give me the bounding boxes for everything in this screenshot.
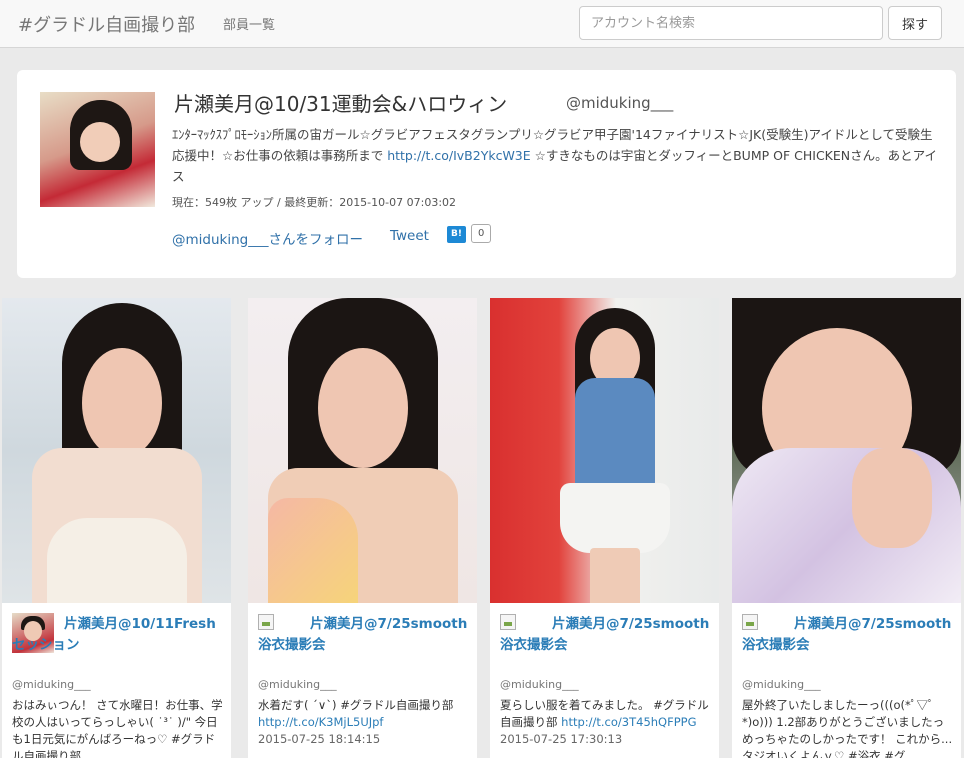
card-title[interactable]: 片瀬美月@7/25smooth浴衣撮影会 xyxy=(258,614,470,656)
card-link[interactable]: http://t.co/3T45hQFPPG xyxy=(561,715,696,729)
brand-logo[interactable]: #グラドル自画撮り部 xyxy=(18,11,195,37)
card-handle[interactable]: @miduking___ xyxy=(500,678,579,691)
tweet-link[interactable]: Tweet xyxy=(390,228,429,244)
profile-avatar[interactable] xyxy=(40,92,155,207)
card-text: 屋外終了いたしましたーっ(((o(*ﾟ▽ﾟ*)o))) 1.2部ありがとうござい… xyxy=(742,698,953,758)
profile-bio: ｴﾝﾀｰﾏｯｸｽﾌﾟﾛﾓｰｼｮﾝ所属の宙ガール☆グラビアフェスタグランプリ☆グラ… xyxy=(172,127,937,184)
follow-link[interactable]: @miduking___さんをフォロー xyxy=(172,228,363,248)
card-title[interactable]: 片瀬美月@7/25smooth浴衣撮影会 xyxy=(500,614,712,656)
card-title[interactable]: 片瀬美月@10/11Freshセッション xyxy=(12,614,224,656)
card-date: 2015-07-25 17:30:13 xyxy=(500,732,623,746)
navbar: #グラドル自画撮り部 部員一覧 探す xyxy=(0,0,964,48)
card-photo-4[interactable] xyxy=(732,298,961,603)
photo-card-1[interactable]: 片瀬美月@10/11Freshセッション @miduking___ おはみぃつん… xyxy=(2,298,231,758)
card-text: 水着だす( ´∨`) #グラドル自画撮り部 http://t.co/K3MjL5… xyxy=(258,697,470,748)
card-text: おはみぃつん！ さて水曜日！お仕事、学校の人はいってらっしゃい( ˙³˙ )/"… xyxy=(12,698,223,758)
photo-card-4[interactable]: 片瀬美月@7/25smooth浴衣撮影会 @miduking___ 屋外終了いた… xyxy=(732,298,961,758)
profile-name: 片瀬美月@10/31運動会&ハロウィン xyxy=(174,92,508,116)
card-handle[interactable]: @miduking___ xyxy=(258,678,337,691)
card-link[interactable]: http://t.co/K3MjL5UJpf xyxy=(258,715,383,729)
card-text: 夏らしい服を着てみました。 #グラドル自画撮り部 http://t.co/3T4… xyxy=(500,697,712,748)
profile-bio-link[interactable]: http://t.co/IvB2YkcW3E xyxy=(387,148,530,163)
card-handle[interactable]: @miduking___ xyxy=(12,678,91,691)
photo-card-2[interactable]: 片瀬美月@7/25smooth浴衣撮影会 @miduking___ 水着だす( … xyxy=(248,298,477,758)
profile-panel: 片瀬美月@10/31運動会&ハロウィン @miduking___ ｴﾝﾀｰﾏｯｸ… xyxy=(17,70,956,278)
profile-handle: @miduking___ xyxy=(566,94,674,112)
nav-members-link[interactable]: 部員一覧 xyxy=(223,14,275,33)
card-photo-2[interactable] xyxy=(248,298,477,603)
card-handle[interactable]: @miduking___ xyxy=(742,678,821,691)
card-title[interactable]: 片瀬美月@7/25smooth浴衣撮影会 xyxy=(742,614,954,656)
card-photo-1[interactable] xyxy=(2,298,231,603)
account-search-input[interactable] xyxy=(579,6,883,40)
hatena-bookmark-icon[interactable]: B! xyxy=(447,226,466,243)
card-date: 2015-07-25 18:14:15 xyxy=(258,732,381,746)
profile-meta: 現在：549枚 アップ / 最終更新：2015-10-07 07:03:02 xyxy=(172,196,457,209)
photo-card-3[interactable]: 片瀬美月@7/25smooth浴衣撮影会 @miduking___ 夏らしい服を… xyxy=(490,298,719,758)
card-photo-3[interactable] xyxy=(490,298,719,603)
hatena-bookmark-count: 0 xyxy=(471,224,492,243)
search-button[interactable]: 探す xyxy=(888,6,942,40)
